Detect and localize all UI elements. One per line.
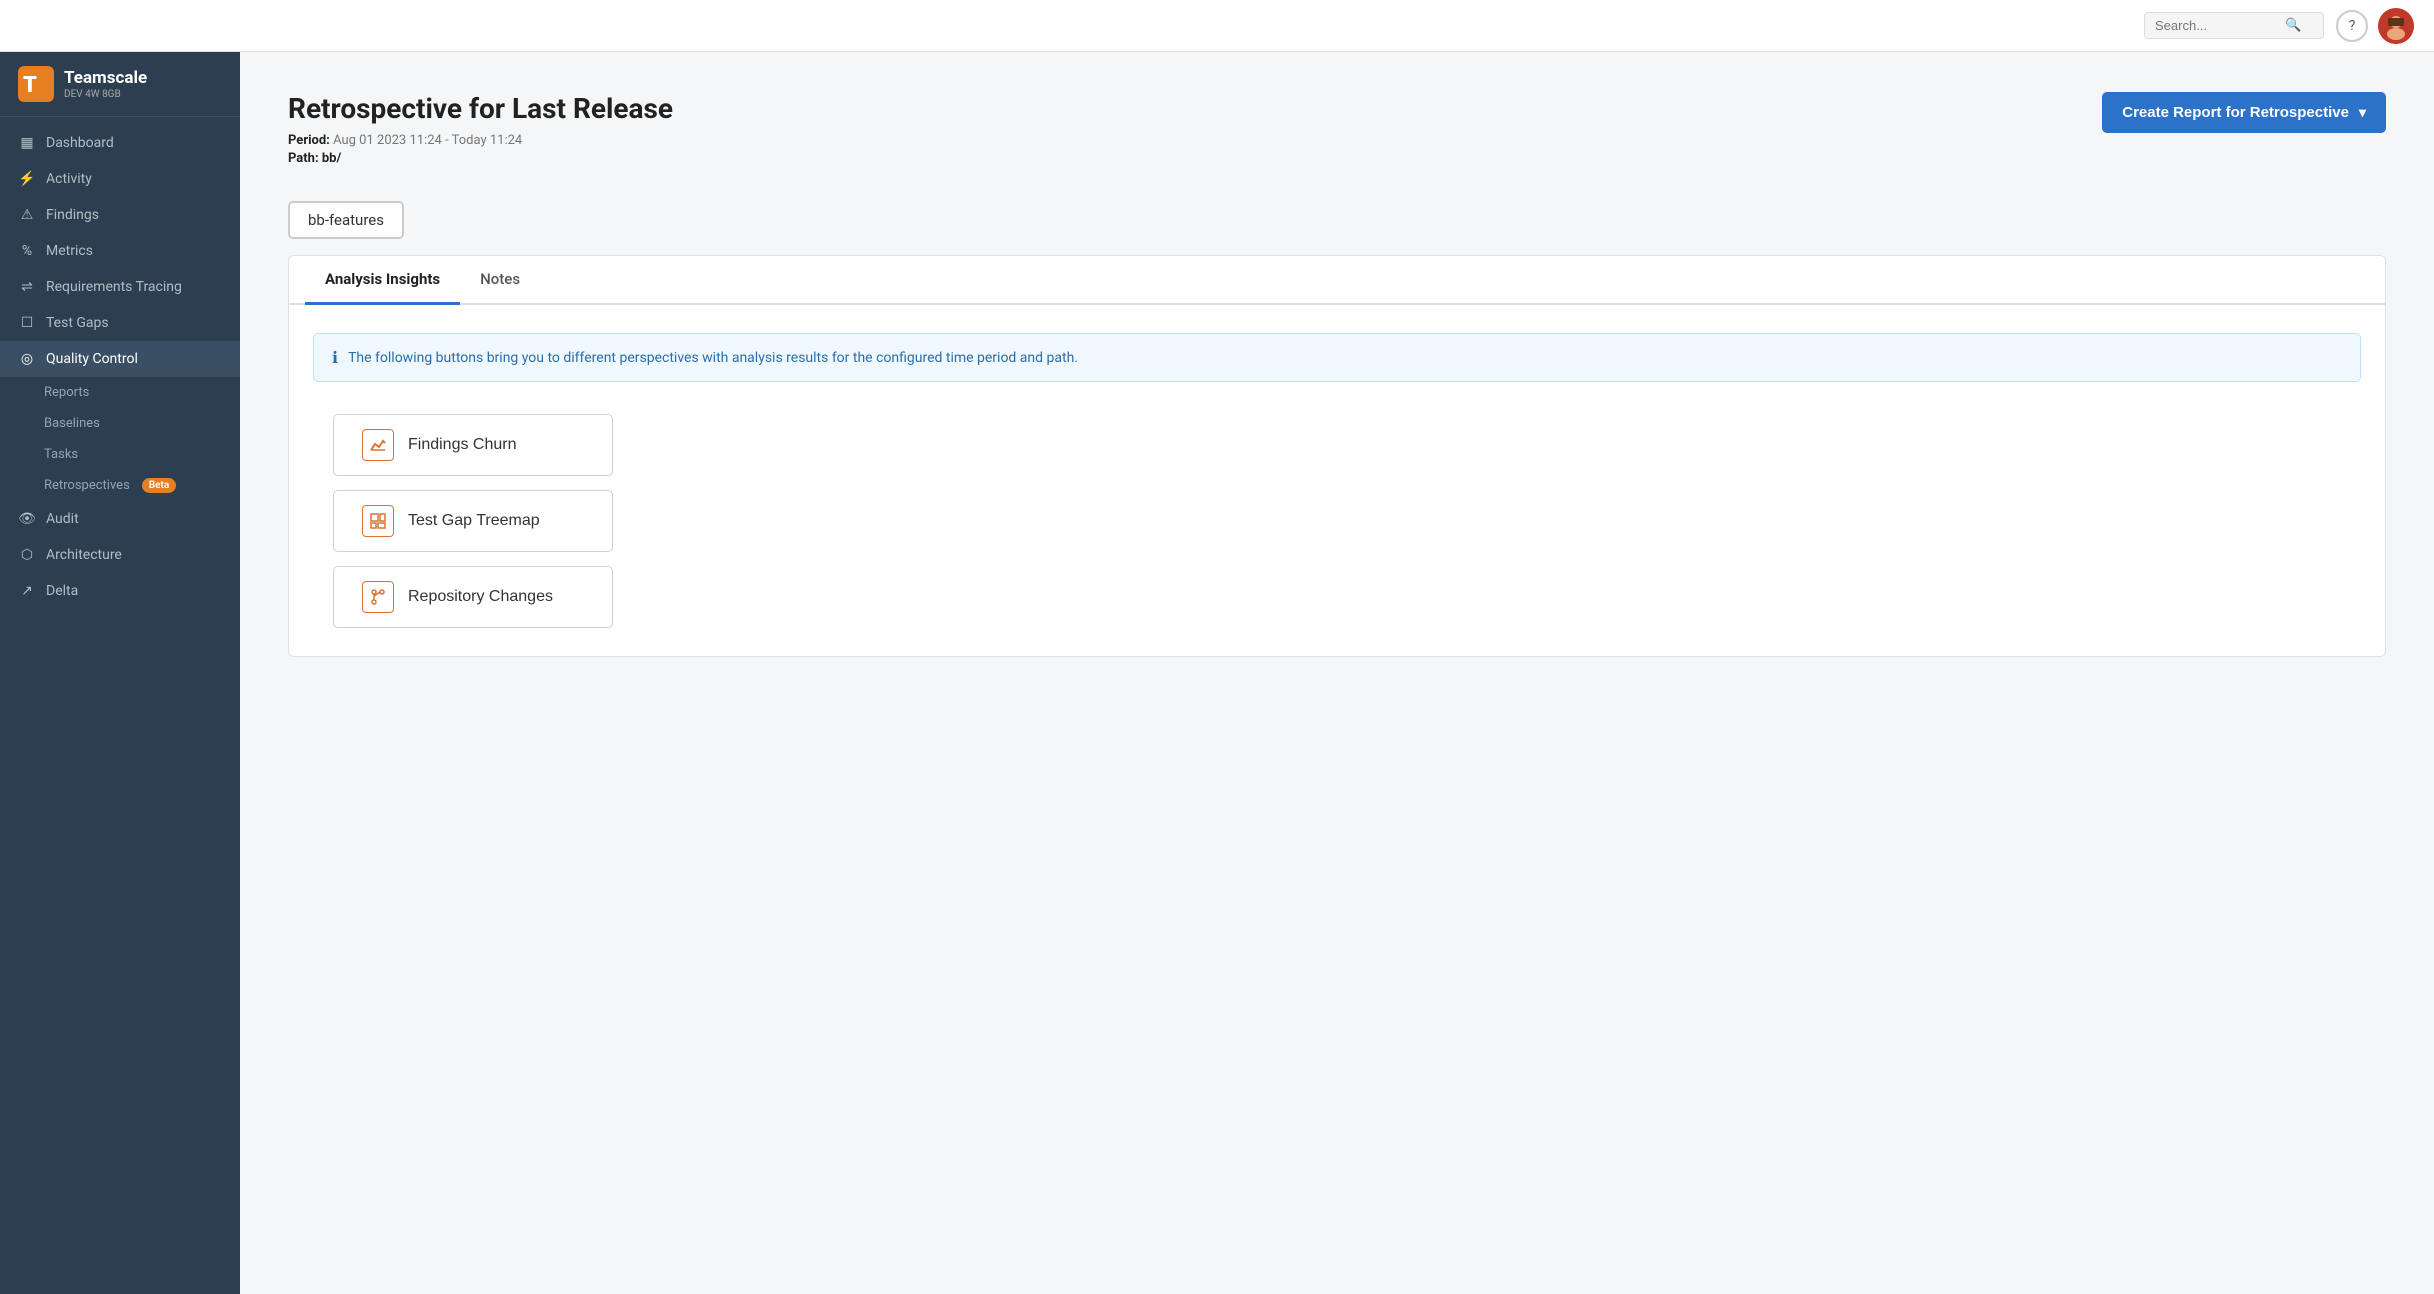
page-title-block: Retrospective for Last Release Period: A… bbox=[288, 92, 673, 169]
architecture-icon: ⬡ bbox=[18, 547, 36, 563]
sidebar-logo-sub: DEV 4W 8GB bbox=[64, 89, 147, 100]
sidebar-sub-menu: Reports Baselines Tasks Retrospectives B… bbox=[0, 377, 240, 501]
sidebar-sub-label: Tasks bbox=[44, 447, 78, 462]
repository-changes-button[interactable]: Repository Changes bbox=[333, 566, 613, 628]
metrics-icon: % bbox=[18, 243, 36, 259]
sidebar-item-findings[interactable]: ⚠ Findings bbox=[0, 197, 240, 233]
content-panel: Analysis Insights Notes ℹ The following … bbox=[288, 255, 2386, 657]
sidebar-item-tasks[interactable]: Tasks bbox=[44, 439, 240, 470]
sidebar-item-label: Delta bbox=[46, 583, 78, 599]
path-value: bb/ bbox=[322, 151, 341, 166]
sidebar-item-reports[interactable]: Reports bbox=[44, 377, 240, 408]
svg-text:T: T bbox=[23, 73, 37, 98]
info-banner: ℹ The following buttons bring you to dif… bbox=[313, 333, 2361, 382]
sidebar-sub-label: Baselines bbox=[44, 416, 100, 431]
sidebar-item-label: Requirements Tracing bbox=[46, 279, 182, 295]
sidebar-item-delta[interactable]: ↗ Delta bbox=[0, 573, 240, 609]
sidebar-item-activity[interactable]: ⚡ Activity bbox=[0, 161, 240, 197]
sidebar-sub-label: Retrospectives bbox=[44, 478, 130, 493]
sidebar-item-test-gaps[interactable]: ☐ Test Gaps bbox=[0, 305, 240, 341]
activity-icon: ⚡ bbox=[18, 171, 36, 187]
avatar-image bbox=[2378, 8, 2414, 44]
help-button[interactable]: ? bbox=[2336, 10, 2368, 42]
findings-churn-icon bbox=[362, 429, 394, 461]
page-header: Retrospective for Last Release Period: A… bbox=[288, 92, 2386, 169]
topbar: 🔍 ? bbox=[0, 0, 2434, 52]
sidebar-item-label: Architecture bbox=[46, 547, 122, 563]
sidebar-item-label: Dashboard bbox=[46, 135, 114, 151]
sidebar-item-dashboard[interactable]: ▦ Dashboard bbox=[0, 125, 240, 161]
findings-churn-label: Findings Churn bbox=[408, 436, 517, 454]
sidebar-item-architecture[interactable]: ⬡ Architecture bbox=[0, 537, 240, 573]
user-avatar[interactable] bbox=[2378, 8, 2414, 44]
branch-name: bb-features bbox=[308, 211, 384, 229]
path-label: Path: bbox=[288, 151, 319, 166]
sidebar-item-metrics[interactable]: % Metrics bbox=[0, 233, 240, 269]
search-bar[interactable]: 🔍 bbox=[2144, 12, 2324, 39]
create-report-label: Create Report for Retrospective bbox=[2122, 104, 2349, 121]
search-icon: 🔍 bbox=[2285, 18, 2301, 33]
sidebar-item-quality-control[interactable]: ◎ Quality Control bbox=[0, 341, 240, 377]
main-content: Retrospective for Last Release Period: A… bbox=[240, 52, 2434, 1294]
create-report-button[interactable]: Create Report for Retrospective ▾ bbox=[2102, 92, 2386, 133]
test-gap-treemap-icon bbox=[362, 505, 394, 537]
sidebar-item-label: Metrics bbox=[46, 243, 93, 259]
sidebar-item-baselines[interactable]: Baselines bbox=[44, 408, 240, 439]
sidebar-item-retrospectives[interactable]: Retrospectives Beta bbox=[44, 470, 240, 501]
sidebar-item-label: Audit bbox=[46, 511, 79, 527]
tab-notes[interactable]: Notes bbox=[460, 256, 540, 305]
sidebar-logo-name: Teamscale bbox=[64, 68, 147, 88]
audit-icon: 👁 bbox=[18, 511, 36, 527]
teamscale-logo-icon: T bbox=[18, 66, 54, 102]
page-period: Period: Aug 01 2023 11:24 - Today 11:24 bbox=[288, 133, 673, 148]
test-gap-treemap-button[interactable]: Test Gap Treemap bbox=[333, 490, 613, 552]
repository-changes-label: Repository Changes bbox=[408, 588, 553, 606]
requirements-icon: ⇌ bbox=[18, 279, 36, 295]
tab-bar: Analysis Insights Notes bbox=[289, 256, 2385, 305]
tab-analysis-insights[interactable]: Analysis Insights bbox=[305, 256, 460, 305]
quality-control-icon: ◎ bbox=[18, 351, 36, 367]
delta-icon: ↗ bbox=[18, 583, 36, 599]
sidebar-item-label: Test Gaps bbox=[46, 315, 109, 331]
findings-churn-button[interactable]: Findings Churn bbox=[333, 414, 613, 476]
period-value: Aug 01 2023 11:24 - Today 11:24 bbox=[333, 133, 522, 148]
sidebar-item-label: Activity bbox=[46, 171, 92, 187]
findings-icon: ⚠ bbox=[18, 207, 36, 223]
repository-changes-icon bbox=[362, 581, 394, 613]
page-path: Path: bb/ bbox=[288, 151, 673, 166]
sidebar-logo: T Teamscale DEV 4W 8GB bbox=[0, 52, 240, 117]
period-label: Period: bbox=[288, 133, 330, 148]
dashboard-icon: ▦ bbox=[18, 135, 36, 151]
info-banner-text: The following buttons bring you to diffe… bbox=[348, 350, 1078, 366]
branch-selector[interactable]: bb-features bbox=[288, 201, 404, 239]
search-input[interactable] bbox=[2155, 18, 2285, 33]
sidebar-item-label: Findings bbox=[46, 207, 99, 223]
sidebar-logo-text: Teamscale DEV 4W 8GB bbox=[64, 68, 147, 99]
sidebar-item-audit[interactable]: 👁 Audit bbox=[0, 501, 240, 537]
beta-badge: Beta bbox=[142, 478, 176, 493]
sidebar-item-requirements[interactable]: ⇌ Requirements Tracing bbox=[0, 269, 240, 305]
sidebar-sub-label: Reports bbox=[44, 385, 89, 400]
page-title: Retrospective for Last Release bbox=[288, 92, 673, 125]
sidebar-nav: ▦ Dashboard ⚡ Activity ⚠ Findings % Metr… bbox=[0, 117, 240, 617]
test-gap-treemap-label: Test Gap Treemap bbox=[408, 512, 540, 530]
chevron-down-icon: ▾ bbox=[2359, 104, 2366, 121]
info-icon: ℹ bbox=[332, 348, 338, 367]
action-buttons: Findings Churn Test Gap Treemap Reposito… bbox=[313, 414, 2361, 628]
sidebar: T Teamscale DEV 4W 8GB ▦ Dashboard ⚡ Act… bbox=[0, 52, 240, 1294]
sidebar-item-label: Quality Control bbox=[46, 351, 138, 367]
tab-content-analysis: ℹ The following buttons bring you to dif… bbox=[289, 305, 2385, 656]
test-gaps-icon: ☐ bbox=[18, 315, 36, 331]
layout: T Teamscale DEV 4W 8GB ▦ Dashboard ⚡ Act… bbox=[0, 52, 2434, 1294]
